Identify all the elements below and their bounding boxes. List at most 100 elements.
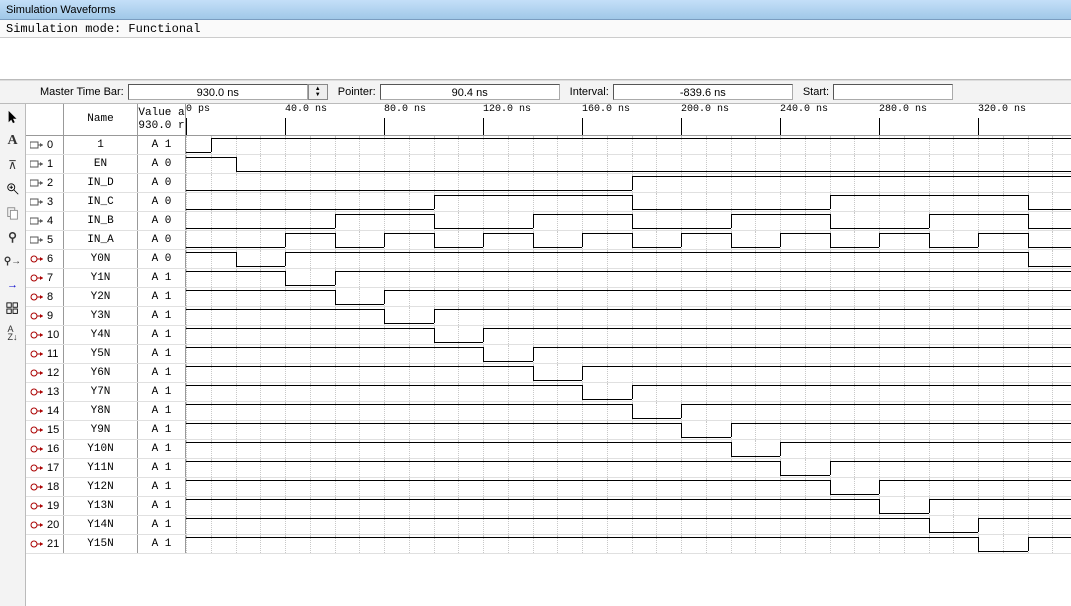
wave-lane[interactable]	[186, 497, 1071, 515]
wave-lane[interactable]	[186, 440, 1071, 458]
row-index: 11	[47, 348, 58, 360]
wave-lane[interactable]	[186, 383, 1071, 401]
wave-lane[interactable]	[186, 174, 1071, 192]
output-pin-icon	[30, 330, 44, 340]
signal-name: Y7N	[64, 383, 138, 401]
wave-lane[interactable]	[186, 535, 1071, 553]
wave-lane[interactable]	[186, 269, 1071, 287]
signal-row[interactable]: 1ENA 0	[26, 155, 1071, 174]
signal-row[interactable]: 19Y13NA 1	[26, 497, 1071, 516]
find-next-tool[interactable]: ⚲→	[4, 252, 22, 270]
sort-az-tool[interactable]: AZ↓	[4, 324, 22, 342]
signal-name: IN_D	[64, 174, 138, 192]
signal-name: Y13N	[64, 497, 138, 515]
signal-value: A 1	[138, 269, 186, 287]
signal-row[interactable]: 3IN_CA 0	[26, 193, 1071, 212]
signal-value: A 0	[138, 231, 186, 249]
cursor-tool[interactable]	[4, 108, 22, 126]
wave-lane[interactable]	[186, 326, 1071, 344]
signal-value: A 1	[138, 326, 186, 344]
signal-name: Y1N	[64, 269, 138, 287]
signal-row[interactable]: 9Y3NA 1	[26, 307, 1071, 326]
signal-row[interactable]: 2IN_DA 0	[26, 174, 1071, 193]
row-index: 20	[47, 519, 59, 531]
wave-lane[interactable]	[186, 250, 1071, 268]
output-pin-icon	[30, 368, 44, 378]
row-index: 14	[47, 405, 59, 417]
signal-row[interactable]: 7 Y1NA 1	[26, 269, 1071, 288]
copy-tool[interactable]	[4, 204, 22, 222]
row-index: 4	[47, 215, 53, 227]
row-index: 15	[47, 424, 59, 436]
signal-value: A 0	[138, 174, 186, 192]
arrow-right-tool[interactable]: →	[4, 276, 22, 294]
wave-lane[interactable]	[186, 231, 1071, 249]
signal-row[interactable]: 6Y0NA 0	[26, 250, 1071, 269]
header-name: Name	[64, 104, 138, 135]
wave-lane[interactable]	[186, 307, 1071, 325]
signal-row[interactable]: 15Y9NA 1	[26, 421, 1071, 440]
signal-row[interactable]: 20Y14NA 1	[26, 516, 1071, 535]
time-scale[interactable]: 0 ps40.0 ns80.0 ns120.0 ns160.0 ns200.0 …	[186, 104, 1071, 135]
signal-row[interactable]: 11Y5NA 1	[26, 345, 1071, 364]
pointer-label: Pointer:	[338, 86, 376, 98]
start-label: Start:	[803, 86, 829, 98]
signal-value: A 1	[138, 459, 186, 477]
wave-lane[interactable]	[186, 478, 1071, 496]
time-tick: 320.0 ns	[978, 104, 1026, 115]
row-index: 17	[47, 462, 59, 474]
signal-row[interactable]: 17Y11NA 1	[26, 459, 1071, 478]
signal-row[interactable]: 10Y4NA 1	[26, 326, 1071, 345]
wave-lane[interactable]	[186, 402, 1071, 420]
input-pin-icon	[30, 216, 44, 226]
output-pin-icon	[30, 387, 44, 397]
wave-lane[interactable]	[186, 212, 1071, 230]
grid-tool[interactable]	[4, 300, 22, 318]
header-value: Value a 930.0 r	[138, 104, 186, 135]
wave-lane[interactable]	[186, 155, 1071, 173]
signal-value: A 1	[138, 516, 186, 534]
wave-lane[interactable]	[186, 421, 1071, 439]
signal-rows: 01A 11ENA 02IN_DA 03IN_CA 04IN_BA 05IN_A…	[26, 136, 1071, 554]
text-tool[interactable]: A	[4, 132, 22, 150]
wave-lane[interactable]	[186, 288, 1071, 306]
master-time-value[interactable]: 930.0 ns	[128, 84, 308, 100]
signal-row[interactable]: 16Y10NA 1	[26, 440, 1071, 459]
signal-value: A 1	[138, 497, 186, 515]
row-index: 7	[47, 272, 53, 284]
signal-row[interactable]: 21Y15NA 1	[26, 535, 1071, 554]
output-pin-icon	[30, 273, 44, 283]
waveform-grid: Name Value a 930.0 r 0 ps40.0 ns80.0 ns1…	[26, 104, 1071, 606]
signal-name: Y10N	[64, 440, 138, 458]
wave-lane[interactable]	[186, 364, 1071, 382]
master-time-spinner[interactable]: ▲▼	[308, 84, 328, 100]
signal-row[interactable]: 01A 1	[26, 136, 1071, 155]
input-pin-icon	[30, 140, 44, 150]
signal-row[interactable]: 14Y8NA 1	[26, 402, 1071, 421]
find-tool[interactable]: ⚲	[4, 228, 22, 246]
row-index: 6	[47, 253, 53, 265]
signal-row[interactable]: 12Y6NA 1	[26, 364, 1071, 383]
row-index: 10	[47, 329, 59, 341]
xor-gate-tool[interactable]: ⊼	[4, 156, 22, 174]
signal-name: Y12N	[64, 478, 138, 496]
signal-value: A 1	[138, 345, 186, 363]
signal-value: A 1	[138, 421, 186, 439]
wave-lane[interactable]	[186, 516, 1071, 534]
signal-name: IN_A	[64, 231, 138, 249]
zoom-in-tool[interactable]	[4, 180, 22, 198]
start-value[interactable]	[833, 84, 953, 100]
signal-name: 1	[64, 136, 138, 154]
signal-row[interactable]: 18Y12NA 1	[26, 478, 1071, 497]
wave-lane[interactable]	[186, 345, 1071, 363]
signal-row[interactable]: 13Y7NA 1	[26, 383, 1071, 402]
wave-lane[interactable]	[186, 136, 1071, 154]
signal-row[interactable]: 4IN_BA 0	[26, 212, 1071, 231]
toolbar-spacer	[0, 38, 1071, 80]
row-index: 9	[47, 310, 53, 322]
input-pin-icon	[30, 159, 44, 169]
signal-row[interactable]: 5IN_AA 0	[26, 231, 1071, 250]
wave-lane[interactable]	[186, 193, 1071, 211]
wave-lane[interactable]	[186, 459, 1071, 477]
signal-row[interactable]: 8Y2NA 1	[26, 288, 1071, 307]
